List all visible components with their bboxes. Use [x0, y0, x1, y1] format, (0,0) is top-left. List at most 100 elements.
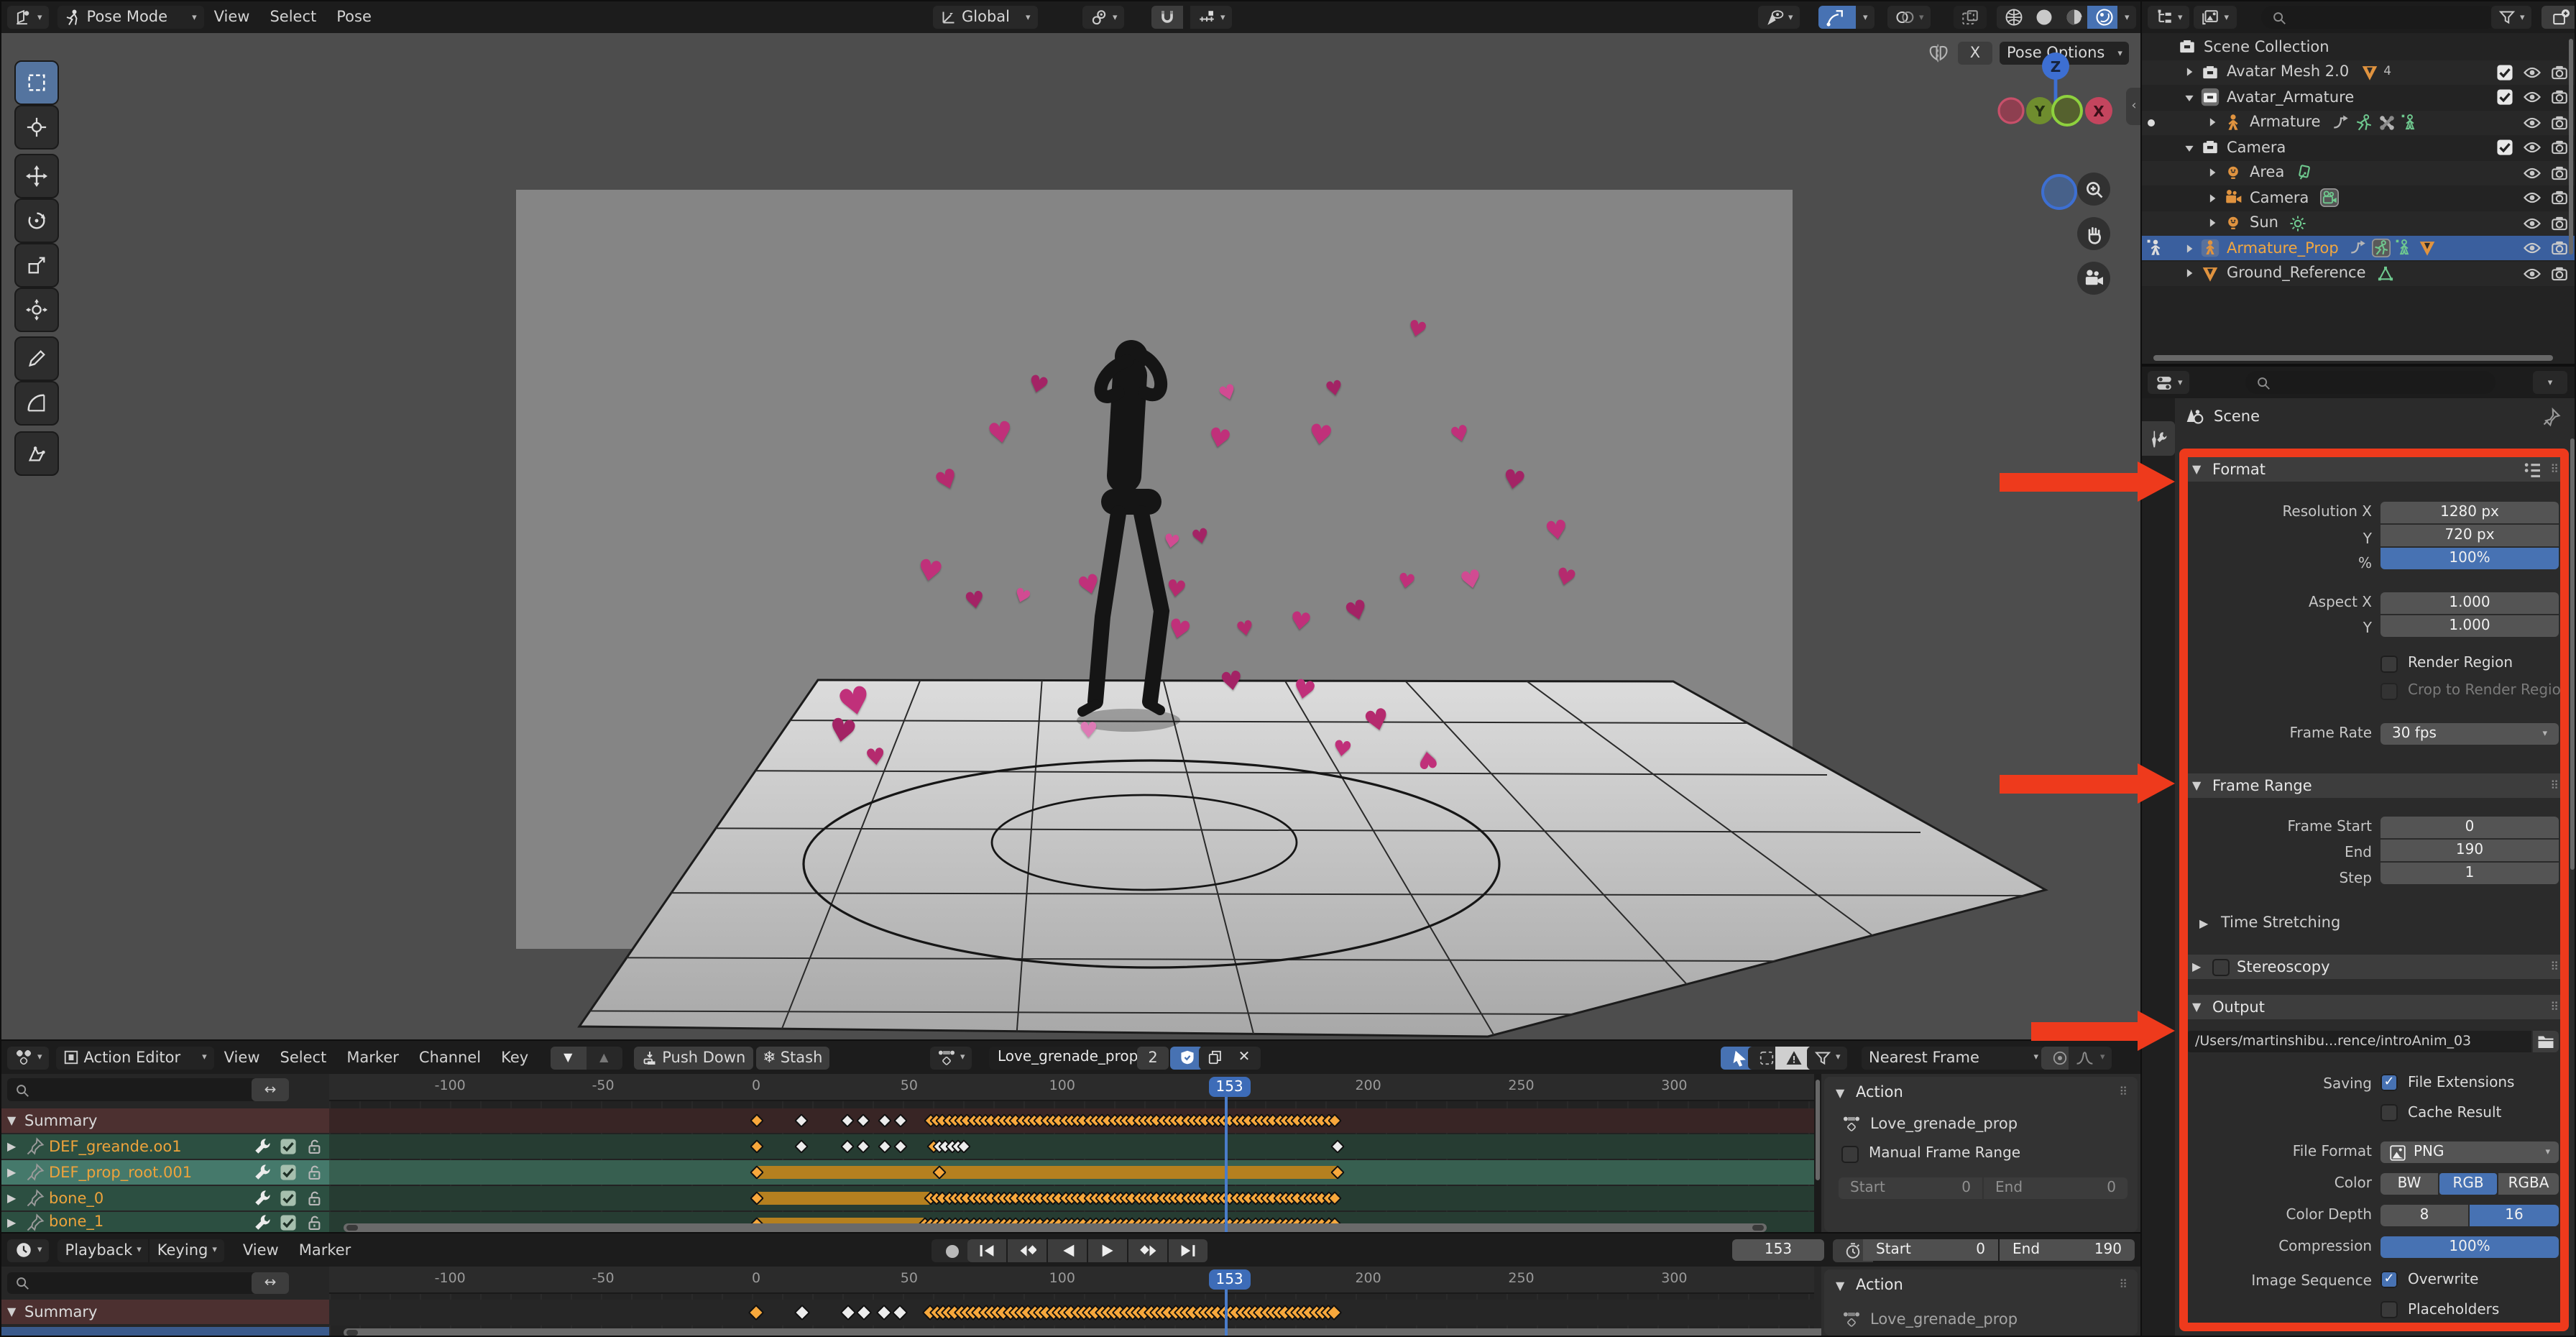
tool-annotate-button[interactable] — [14, 336, 59, 381]
disable-render-icon[interactable] — [2549, 213, 2569, 232]
dopesheet-hscrollbar[interactable] — [344, 1223, 1767, 1232]
playhead-line[interactable] — [1224, 1094, 1227, 1233]
new-collection-button[interactable] — [2542, 6, 2576, 29]
channel-filter-toggle[interactable]: ↔ — [252, 1078, 289, 1101]
channel-row-def-prop-root-001[interactable]: ▶DEF_prop_root.001 — [1, 1160, 329, 1185]
next-keyframe-button[interactable] — [1128, 1239, 1167, 1262]
expander-icon[interactable] — [2179, 241, 2199, 255]
expander-icon[interactable]: ▶ — [7, 1216, 20, 1228]
selectable-checkbox-icon[interactable] — [2494, 138, 2514, 157]
playhead-chip[interactable]: 153 — [1208, 1077, 1250, 1097]
outliner-search-input[interactable] — [2261, 6, 2497, 29]
expander-icon[interactable] — [2179, 140, 2199, 155]
frame-start-field[interactable]: Start0 — [1863, 1239, 1998, 1261]
outliner-row-armature[interactable]: Armature — [2142, 110, 2576, 134]
pin-icon[interactable] — [2542, 407, 2562, 427]
outliner-filter-dropdown[interactable]: ▾ — [2491, 6, 2532, 29]
camera-view-dot[interactable] — [2041, 174, 2077, 210]
keyframe[interactable] — [749, 1113, 763, 1128]
expander-icon[interactable] — [2202, 115, 2222, 129]
breadcrumb[interactable]: Scene — [2185, 407, 2260, 427]
tool-rotate-button[interactable] — [14, 198, 59, 243]
timeline-search-input[interactable] — [7, 1272, 263, 1294]
dopesheet-menu-marker[interactable]: Marker — [336, 1049, 409, 1066]
timeline-summary-keys[interactable] — [329, 1300, 1814, 1325]
expander-icon[interactable] — [2202, 190, 2222, 205]
disable-render-icon[interactable] — [2549, 163, 2569, 182]
dopesheet-menu-channel[interactable]: Channel — [409, 1049, 491, 1066]
keyframe[interactable] — [794, 1304, 811, 1320]
outliner-display-mode-dropdown[interactable]: ▾ — [2194, 6, 2237, 29]
action-users-count[interactable]: 2 — [1137, 1046, 1169, 1069]
tool-scale-button[interactable] — [14, 243, 59, 288]
outliner-row-camera[interactable]: Camera — [2142, 135, 2576, 160]
timeline-filter-toggle[interactable]: ↔ — [252, 1272, 289, 1294]
expander-icon[interactable] — [2202, 216, 2222, 230]
keyframe[interactable] — [893, 1139, 907, 1154]
snap-mode-dropdown[interactable]: Nearest Frame ▾ — [1862, 1046, 2046, 1069]
manual-frame-range-checkbox[interactable] — [1841, 1146, 1859, 1163]
disable-render-icon[interactable] — [2549, 113, 2569, 132]
tab-tool[interactable] — [2142, 421, 2175, 456]
selectable-checkbox-icon[interactable] — [2494, 88, 2514, 106]
ruler[interactable]: -100-50050100200250300 — [329, 1267, 1814, 1294]
disable-render-icon[interactable] — [2549, 264, 2569, 282]
keyframe[interactable] — [841, 1113, 855, 1128]
outliner-row-scene-collection[interactable]: Scene Collection — [2142, 35, 2576, 59]
outliner-row-area[interactable]: Area — [2142, 160, 2576, 185]
keyframe[interactable] — [841, 1139, 855, 1154]
outliner-vscrollbar[interactable] — [2569, 39, 2573, 254]
channel-row-def-greande-oo1[interactable]: ▶DEF_greande.oo1 — [1, 1134, 329, 1159]
timeline-editor-type-button[interactable]: ▾ — [7, 1239, 50, 1262]
properties-search-input[interactable] — [2245, 371, 2496, 394]
hide-viewport-icon[interactable] — [2521, 88, 2542, 106]
disable-render-icon[interactable] — [2549, 88, 2569, 106]
keyframe[interactable] — [856, 1139, 870, 1154]
outliner-editor-type-button[interactable]: ▾ — [2148, 6, 2190, 29]
disable-render-icon[interactable] — [2549, 239, 2569, 257]
hide-viewport-icon[interactable] — [2521, 113, 2542, 132]
jump-to-start-button[interactable] — [967, 1239, 1006, 1262]
keyframe[interactable] — [795, 1113, 809, 1128]
action-editor-mode-dropdown[interactable]: Action Editor ▾ — [57, 1046, 214, 1069]
properties-vscrollbar[interactable] — [2570, 438, 2575, 870]
keyframe[interactable] — [795, 1139, 809, 1154]
nav-gizmo[interactable]: Z Y X — [1985, 42, 2129, 142]
dopesheet-vscrollbar[interactable] — [1814, 1074, 1821, 1233]
hide-viewport-icon[interactable] — [2521, 138, 2542, 157]
keyframe-area[interactable]: -100-50050100200250300153 — [329, 1074, 1814, 1233]
play-button[interactable] — [1088, 1239, 1127, 1262]
disable-render-icon[interactable] — [2549, 188, 2569, 207]
disable-render-icon[interactable] — [2549, 63, 2569, 81]
outliner-row-ground-reference[interactable]: Ground_Reference — [2142, 261, 2576, 285]
keyframe[interactable] — [856, 1113, 870, 1128]
keyframe[interactable] — [892, 1304, 908, 1320]
keyframe[interactable] — [878, 1139, 892, 1154]
pan-button[interactable] — [2077, 217, 2110, 250]
frame-end-field[interactable]: End190 — [2000, 1239, 2135, 1261]
properties-editor-type-button[interactable]: ▾ — [2148, 371, 2190, 394]
timeline-sidebar-action-row[interactable]: Love_grenade_prop — [1841, 1310, 2018, 1328]
camera-view-button[interactable] — [2077, 262, 2110, 295]
channel-row-summary[interactable]: ▼Summary — [1, 1108, 329, 1133]
keyframe[interactable] — [749, 1139, 763, 1154]
outliner-hscrollbar[interactable] — [2153, 355, 2553, 361]
keyframe[interactable] — [840, 1304, 856, 1320]
properties-options-dropdown[interactable]: ▾ — [2533, 371, 2567, 394]
playback-menu[interactable]: Playback▾ — [58, 1239, 149, 1262]
timeline-playhead-line[interactable] — [1224, 1287, 1227, 1337]
keyframe[interactable] — [748, 1304, 765, 1320]
hide-viewport-icon[interactable] — [2521, 264, 2542, 282]
dopesheet-editor-type-button[interactable]: ▾ — [7, 1046, 50, 1069]
jump-to-end-button[interactable] — [1169, 1239, 1208, 1262]
ruler[interactable]: -100-50050100200250300 — [329, 1074, 1814, 1101]
sidebar-collapse-arrow[interactable]: ‹ — [2126, 88, 2142, 125]
timeline-summary-channel[interactable]: ▼Summary — [1, 1300, 329, 1324]
action-name-field[interactable]: Love_grenade_prop — [989, 1046, 1153, 1069]
hide-viewport-icon[interactable] — [2521, 63, 2542, 81]
channel-row-bone-0[interactable]: ▶bone_0 — [1, 1186, 329, 1210]
timeline-selected-channel-cut[interactable] — [1, 1327, 329, 1337]
keyframe[interactable] — [876, 1304, 893, 1320]
dopesheet-menu-view[interactable]: View — [214, 1049, 270, 1066]
current-frame-field[interactable]: 153 — [1732, 1239, 1824, 1261]
